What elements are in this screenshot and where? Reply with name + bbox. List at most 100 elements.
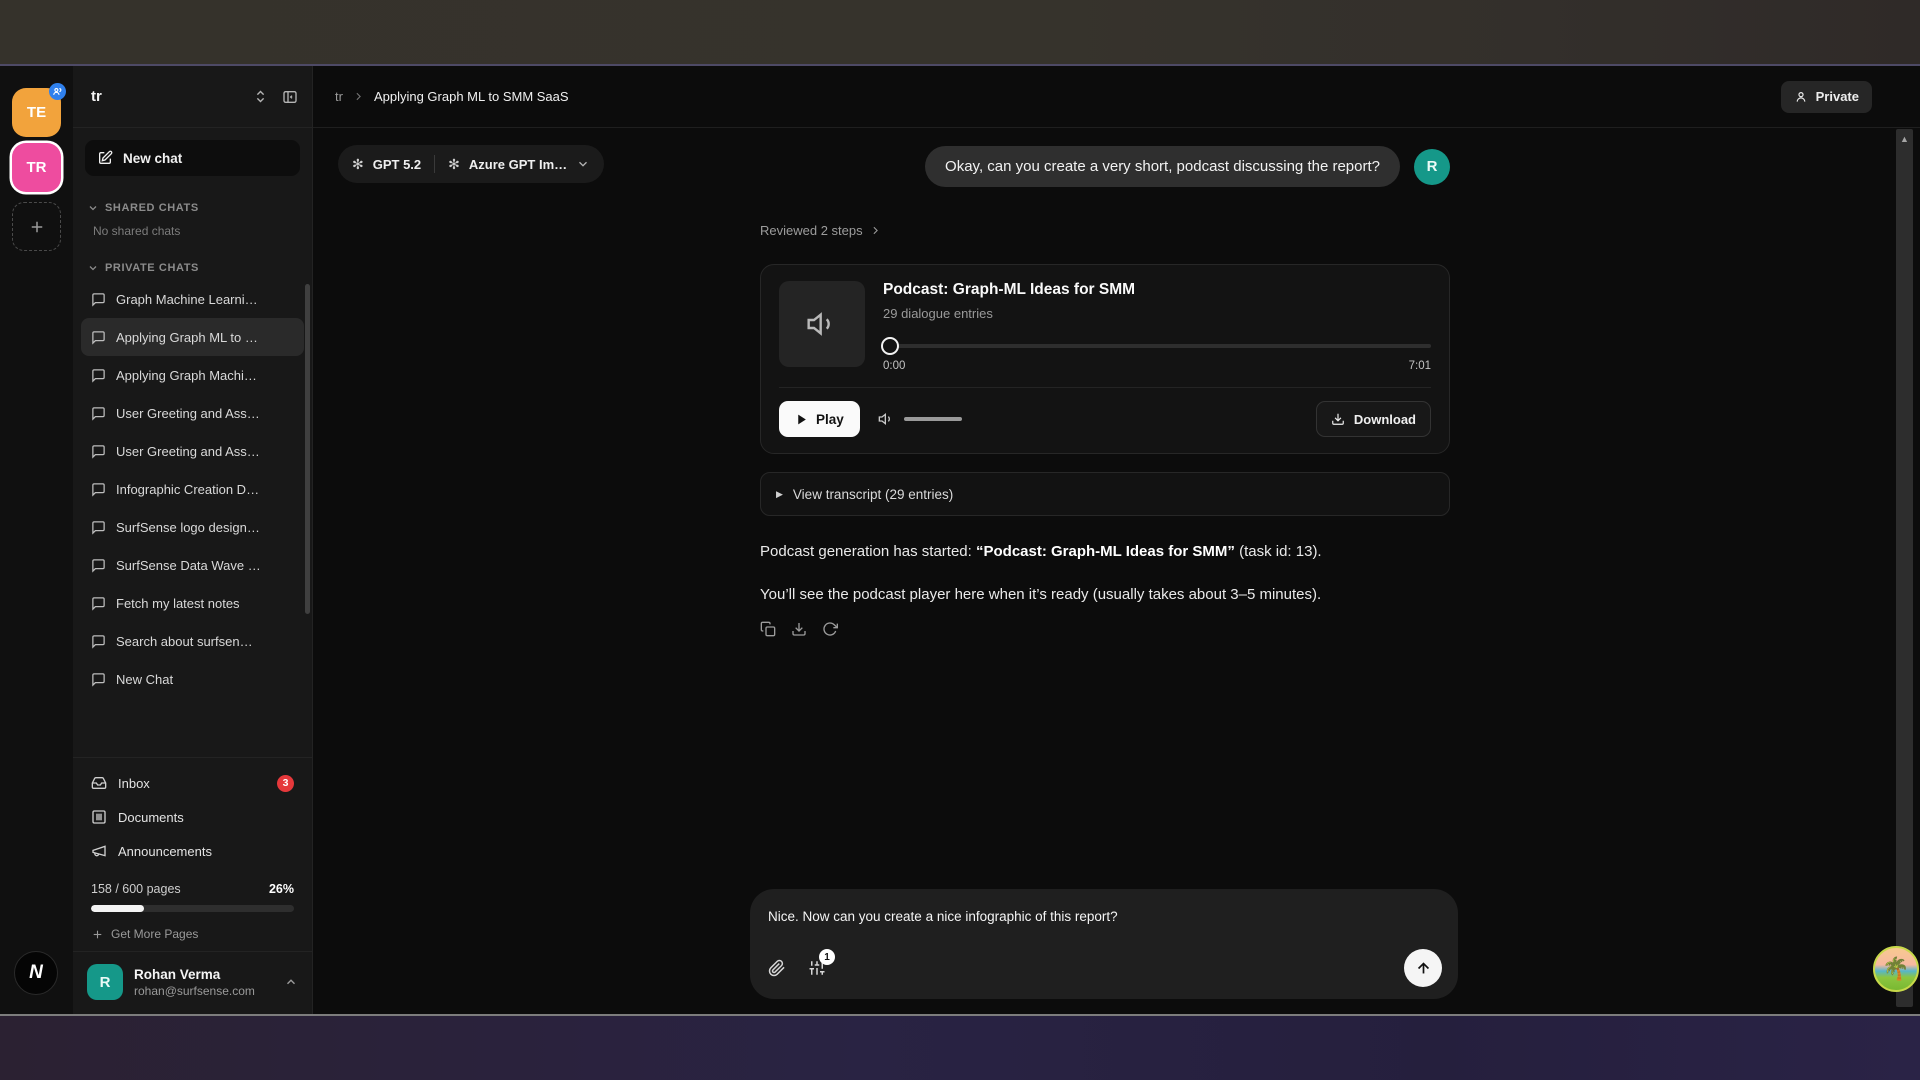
inbox-badge: 3 xyxy=(277,775,294,792)
workspace-title: tr xyxy=(91,88,239,105)
new-chat-label: New chat xyxy=(123,151,182,166)
sidebar-bottom-nav: Inbox 3 Documents Announcements 158 / 60… xyxy=(73,757,312,1014)
message-actions xyxy=(760,621,1450,637)
chat-bubble-icon xyxy=(91,368,106,383)
chat-item[interactable]: Applying Graph Machi… xyxy=(81,356,304,394)
topbar: tr Applying Graph ML to SMM SaaS Private xyxy=(313,66,1920,128)
breadcrumb-workspace[interactable]: tr xyxy=(335,89,343,104)
chat-bubble-icon xyxy=(91,520,106,535)
chat-item[interactable]: User Greeting and Ass… xyxy=(81,432,304,470)
add-workspace-button[interactable] xyxy=(12,202,61,251)
private-chat-list: Graph Machine Learni… Applying Graph ML … xyxy=(73,280,312,698)
sidebar-item-inbox[interactable]: Inbox 3 xyxy=(73,766,312,800)
chevron-down-icon xyxy=(87,262,99,274)
chevron-right-icon xyxy=(352,90,365,103)
copy-icon[interactable] xyxy=(760,621,776,637)
chat-bubble-icon xyxy=(91,406,106,421)
user-email: rohan@surfsense.com xyxy=(134,984,273,998)
chevron-right-icon xyxy=(869,224,882,237)
openai-icon: ✻ xyxy=(352,157,364,171)
message-composer[interactable]: Nice. Now can you create a nice infograp… xyxy=(750,889,1458,999)
palm-island-sticker[interactable]: 🌴 xyxy=(1873,946,1919,992)
composer-input[interactable]: Nice. Now can you create a nice infograp… xyxy=(768,909,1440,924)
private-chats-section-toggle[interactable]: PRIVATE CHATS xyxy=(73,244,312,280)
duration-time: 7:01 xyxy=(1409,360,1431,372)
workspace-te[interactable]: TE xyxy=(12,88,61,137)
conversation-column: Okay, can you create a very short, podca… xyxy=(760,128,1450,637)
chat-item-label: User Greeting and Ass… xyxy=(116,444,260,459)
chevron-up-icon xyxy=(284,975,298,989)
chat-item[interactable]: SurfSense Data Wave … xyxy=(81,546,304,584)
collapse-sidebar-button[interactable] xyxy=(282,89,298,105)
announcements-label: Announcements xyxy=(118,844,294,859)
download-icon[interactable] xyxy=(791,621,807,637)
workspace-switcher-button[interactable] xyxy=(253,89,268,104)
podcast-seek-slider[interactable] xyxy=(883,337,1431,355)
chat-bubble-icon xyxy=(91,558,106,573)
pages-progress-bar xyxy=(91,905,294,912)
app-window: TE TR N tr xyxy=(0,66,1920,1014)
new-chat-button[interactable]: New chat xyxy=(85,140,300,176)
view-transcript-label: View transcript (29 entries) xyxy=(793,487,953,502)
inbox-label: Inbox xyxy=(118,776,266,791)
chat-item[interactable]: User Greeting and Ass… xyxy=(81,394,304,432)
sidebar: tr New chat SHARED CHATS No shared chats xyxy=(73,66,313,1014)
workspace-te-initials: TE xyxy=(27,104,46,121)
shared-chats-section-toggle[interactable]: SHARED CHATS xyxy=(73,188,312,220)
chat-item[interactable]: SurfSense logo design… xyxy=(81,508,304,546)
play-button[interactable]: Play xyxy=(779,401,860,437)
chat-item-label: SurfSense Data Wave … xyxy=(116,558,261,573)
user-message-row: Okay, can you create a very short, podca… xyxy=(760,146,1450,187)
podcast-title: Podcast: Graph-ML Ideas for SMM xyxy=(883,281,1431,299)
chat-item[interactable]: Infographic Creation D… xyxy=(81,470,304,508)
user-name: Rohan Verma xyxy=(134,967,273,982)
shared-chats-label: SHARED CHATS xyxy=(105,202,199,214)
chat-bubble-icon xyxy=(91,672,106,687)
sidebar-chat-scroll: SHARED CHATS No shared chats PRIVATE CHA… xyxy=(73,188,312,757)
main-scrollbar[interactable]: ▲ xyxy=(1896,129,1913,1007)
play-label: Play xyxy=(816,412,844,427)
sidebar-scrollbar-thumb[interactable] xyxy=(305,284,310,614)
sidebar-item-documents[interactable]: Documents xyxy=(73,800,312,834)
volume-icon[interactable] xyxy=(878,411,894,427)
model-selector[interactable]: ✻ GPT 5.2 ✻ Azure GPT Im… xyxy=(338,145,604,183)
openai-icon: ✻ xyxy=(448,157,460,171)
view-transcript-toggle[interactable]: ▶ View transcript (29 entries) xyxy=(760,472,1450,516)
tools-button[interactable]: 1 xyxy=(808,959,826,977)
chat-item-label: Applying Graph ML to … xyxy=(116,330,258,345)
reviewed-steps-toggle[interactable]: Reviewed 2 steps xyxy=(760,223,1450,238)
get-more-pages-button[interactable]: Get More Pages xyxy=(73,916,312,951)
private-visibility-button[interactable]: Private xyxy=(1781,81,1872,113)
seek-knob[interactable] xyxy=(881,337,899,355)
n-logo-button[interactable]: N xyxy=(14,951,58,995)
chat-item-label: New Chat xyxy=(116,672,173,687)
send-button[interactable] xyxy=(1404,949,1442,987)
chat-item[interactable]: Search about surfsen… xyxy=(81,622,304,660)
chat-bubble-icon xyxy=(91,596,106,611)
play-icon xyxy=(795,413,808,426)
download-button[interactable]: Download xyxy=(1316,401,1431,437)
chat-bubble-icon xyxy=(91,444,106,459)
screen: TE TR N tr xyxy=(0,0,1920,1080)
plus-icon xyxy=(91,928,104,941)
attachment-paperclip-icon[interactable] xyxy=(768,959,786,977)
chat-item-label: Fetch my latest notes xyxy=(116,596,240,611)
chat-item[interactable]: New Chat xyxy=(81,660,304,698)
sidebar-header: tr xyxy=(73,66,312,128)
chat-bubble-icon xyxy=(91,482,106,497)
scroll-up-arrow-icon[interactable]: ▲ xyxy=(1896,134,1913,144)
workspace-te-people-badge-icon xyxy=(49,83,66,100)
chat-bubble-icon xyxy=(91,330,106,345)
chat-item[interactable]: Fetch my latest notes xyxy=(81,584,304,622)
volume-slider[interactable] xyxy=(904,417,962,421)
workspace-tr[interactable]: TR xyxy=(12,143,61,192)
desktop-bottom-strip xyxy=(0,1014,1920,1080)
edit-pencil-icon xyxy=(97,150,113,166)
user-menu[interactable]: R Rohan Verma rohan@surfsense.com xyxy=(73,951,312,1014)
megaphone-icon xyxy=(91,843,107,859)
chat-item[interactable]: Applying Graph ML to … xyxy=(81,318,304,356)
regenerate-icon[interactable] xyxy=(822,621,838,637)
chat-item[interactable]: Graph Machine Learni… xyxy=(81,280,304,318)
assistant-message-1: Podcast generation has started: “Podcast… xyxy=(760,541,1450,563)
sidebar-item-announcements[interactable]: Announcements xyxy=(73,834,312,868)
